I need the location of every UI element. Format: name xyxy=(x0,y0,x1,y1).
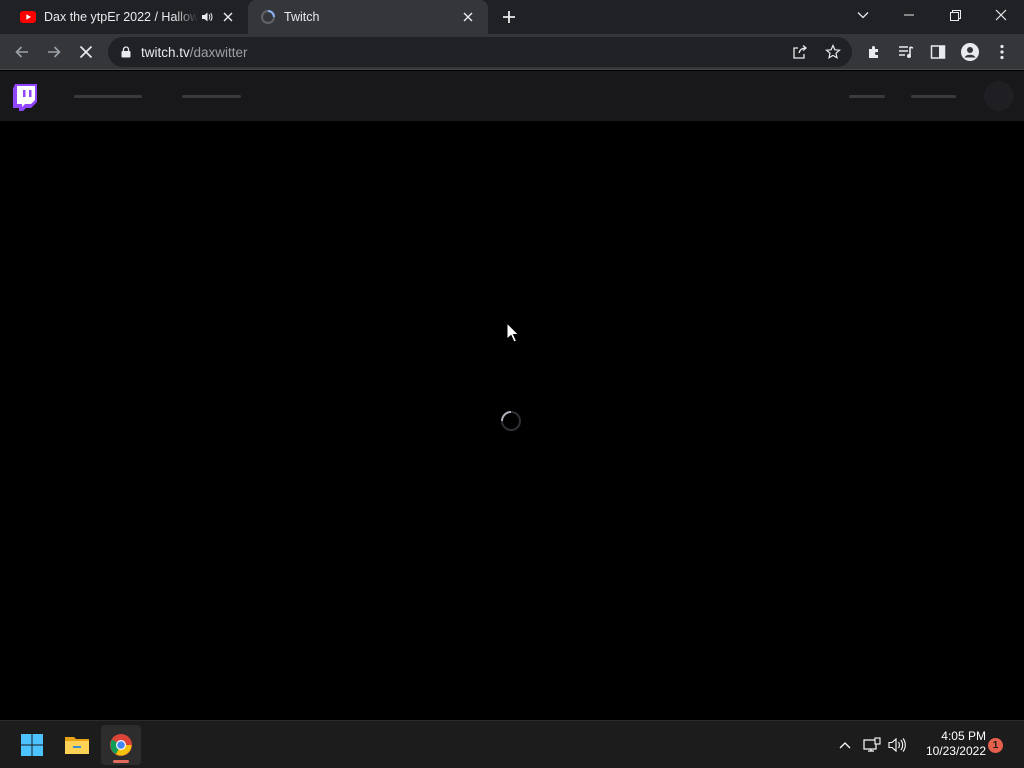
restore-button[interactable] xyxy=(932,0,978,30)
stop-loading-button[interactable] xyxy=(72,38,100,66)
windows-taskbar: 4:05 PM 10/23/2022 1 xyxy=(0,720,1024,768)
youtube-icon xyxy=(20,9,36,25)
side-panel-icon[interactable] xyxy=(924,38,952,66)
extensions-icon[interactable] xyxy=(860,38,888,66)
back-button[interactable] xyxy=(8,38,36,66)
nav-link-placeholder xyxy=(74,95,142,98)
mouse-pointer-icon xyxy=(506,322,520,343)
active-app-indicator xyxy=(113,760,129,763)
taskbar-clock[interactable]: 4:05 PM 10/23/2022 xyxy=(912,729,986,759)
nav-button-placeholder xyxy=(911,95,956,98)
volume-icon[interactable] xyxy=(885,733,909,757)
url-text[interactable]: twitch.tv/daxwitter xyxy=(141,45,248,60)
tab-youtube[interactable]: Dax the ytpEr 2022 / Halloween xyxy=(8,0,248,34)
browser-window: Dax the ytpEr 2022 / Halloween Twitch xyxy=(0,0,1024,720)
page-content xyxy=(0,121,1024,720)
close-tab-icon[interactable] xyxy=(458,7,478,27)
browser-toolbar: twitch.tv/daxwitter xyxy=(0,34,1024,70)
close-tab-icon[interactable] xyxy=(218,7,238,27)
address-bar[interactable]: twitch.tv/daxwitter xyxy=(108,37,852,67)
tab-search-icon[interactable] xyxy=(840,0,886,30)
speaker-icon[interactable] xyxy=(198,8,216,26)
share-icon[interactable] xyxy=(792,44,808,65)
close-window-button[interactable] xyxy=(978,0,1024,30)
minimize-button[interactable] xyxy=(886,0,932,30)
chrome-menu-icon[interactable] xyxy=(988,38,1016,66)
tab-strip: Dax the ytpEr 2022 / Halloween Twitch xyxy=(0,0,1024,34)
profile-icon[interactable] xyxy=(956,38,984,66)
url-host: twitch.tv xyxy=(141,44,190,60)
clock-time: 4:05 PM xyxy=(941,729,986,743)
media-control-icon[interactable] xyxy=(892,38,920,66)
nav-button-placeholder xyxy=(849,95,885,98)
tab-title: Dax the ytpEr 2022 / Halloween xyxy=(44,10,198,24)
lock-icon[interactable] xyxy=(119,45,133,59)
avatar-placeholder xyxy=(984,81,1014,111)
notification-badge[interactable]: 1 xyxy=(988,738,1003,753)
url-path: /daxwitter xyxy=(189,44,248,60)
forward-button[interactable] xyxy=(40,38,68,66)
network-icon[interactable] xyxy=(860,733,884,757)
tab-twitch[interactable]: Twitch xyxy=(248,0,488,34)
clock-date: 10/23/2022 xyxy=(925,744,986,758)
twitch-logo-icon[interactable] xyxy=(12,83,38,111)
twitch-top-nav xyxy=(0,71,1024,121)
loading-spinner-icon xyxy=(501,411,521,431)
show-hidden-icons-chevron-up-icon[interactable] xyxy=(833,733,857,757)
chrome-icon[interactable] xyxy=(101,725,141,765)
nav-link-placeholder xyxy=(182,95,241,98)
bookmark-star-icon[interactable] xyxy=(825,44,841,65)
tab-title: Twitch xyxy=(284,10,320,24)
loading-spinner-icon xyxy=(260,9,276,25)
new-tab-button[interactable] xyxy=(498,6,520,28)
file-explorer-icon[interactable] xyxy=(57,725,97,765)
windows-start-icon[interactable] xyxy=(12,725,52,765)
